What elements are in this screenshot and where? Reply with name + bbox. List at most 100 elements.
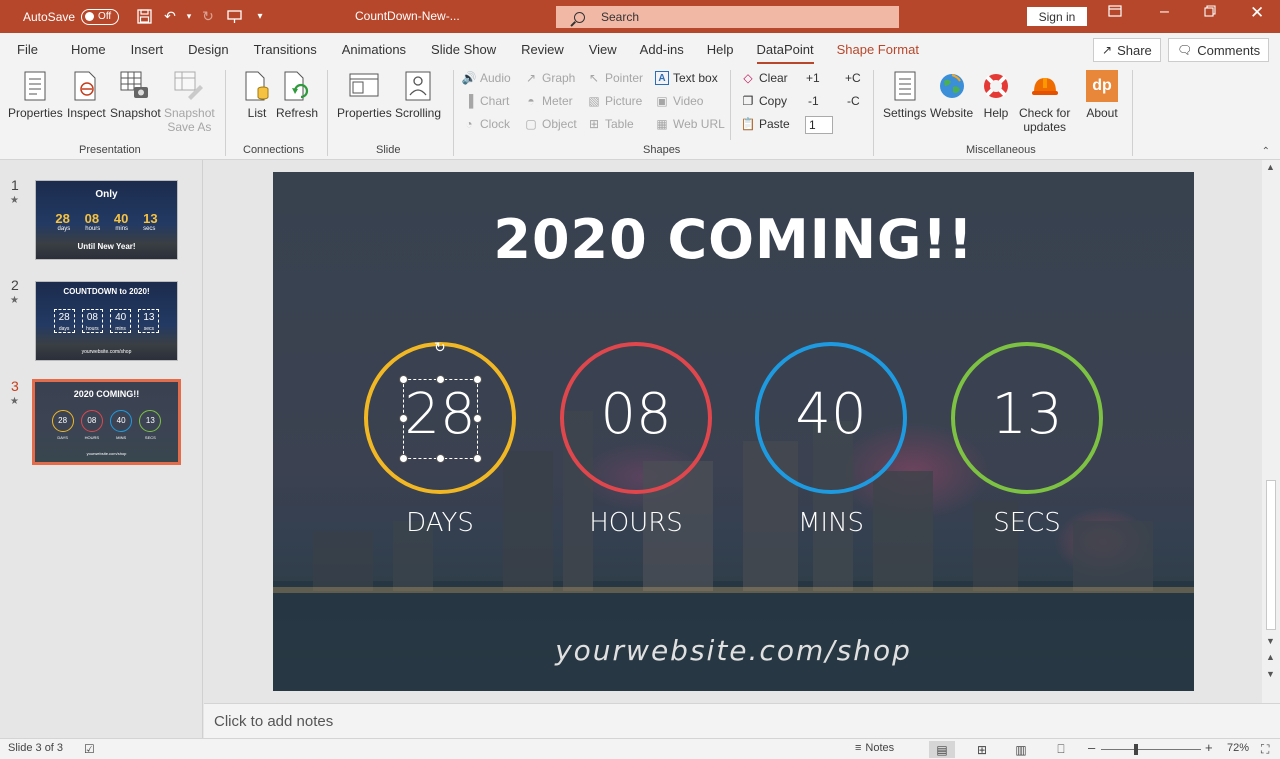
minus-one-button[interactable]: -1 — [808, 92, 819, 110]
tab-file[interactable]: File — [7, 33, 48, 66]
scroll-up-icon[interactable]: ▲ — [1266, 162, 1275, 172]
web-url-button[interactable]: ▦ Web URL — [655, 115, 724, 133]
slide-sorter-view-icon[interactable]: ⊞ — [969, 741, 995, 758]
snapshot-button[interactable]: Snapshot — [110, 70, 161, 120]
save-icon[interactable] — [131, 4, 157, 30]
slide-title[interactable]: 2020 COMING!! — [273, 208, 1194, 271]
zoom-slider-track[interactable] — [1101, 749, 1201, 750]
minimize-icon[interactable]: – — [1160, 3, 1169, 21]
snapshot-save-as-button[interactable]: Snapshot Save As — [164, 70, 215, 134]
resize-handle[interactable] — [399, 375, 408, 384]
tab-design[interactable]: Design — [178, 33, 238, 66]
current-slide[interactable]: 2020 COMING!! 28 DAYS 08 HOURS 40 MINS 1… — [273, 172, 1194, 691]
scrollbar-thumb[interactable] — [1266, 480, 1276, 630]
secs-value[interactable]: 13 — [951, 382, 1103, 447]
audio-button[interactable]: 🔊 Audio — [462, 69, 511, 87]
slide-thumbnail-1[interactable]: Only 28 08 40 13 days hours mins secs Un… — [35, 180, 178, 260]
tab-datapoint[interactable]: DataPoint — [747, 33, 824, 66]
slide-thumbnail-2[interactable]: COUNTDOWN to 2020! 28 08 40 13 days hour… — [35, 281, 178, 361]
close-icon[interactable]: ✕ — [1250, 3, 1264, 23]
meter-button[interactable]: ◓ Meter — [524, 92, 572, 110]
hours-label[interactable]: HOURS — [560, 508, 712, 538]
text-box-button[interactable]: A Text box — [655, 69, 718, 87]
zoom-out-icon[interactable]: – — [1088, 740, 1095, 755]
website-button[interactable]: Website — [930, 70, 973, 120]
pointer-button[interactable]: ↖ Pointer — [587, 69, 643, 87]
slide-show-view-icon[interactable]: ⎕ — [1048, 741, 1074, 758]
comments-button[interactable]: 🗨 Comments — [1168, 38, 1270, 62]
mins-value[interactable]: 40 — [755, 382, 907, 447]
check-for-updates-button[interactable]: Check for updates — [1019, 70, 1070, 134]
normal-view-icon[interactable]: ▤ — [929, 741, 955, 758]
rotate-handle-icon[interactable]: ↻ — [434, 340, 448, 354]
tab-shape-format[interactable]: Shape Format — [827, 33, 929, 66]
share-button[interactable]: ↗ Share — [1093, 38, 1161, 62]
slide-properties-button[interactable]: Properties — [337, 70, 392, 120]
resize-handle[interactable] — [436, 454, 445, 463]
restore-icon[interactable] — [1204, 4, 1216, 20]
presentation-properties-button[interactable]: Properties — [8, 70, 63, 120]
slide-thumbnail-3[interactable]: 2020 COMING!! 28 08 40 13 DAYS HOURS MIN… — [32, 379, 181, 465]
vertical-scrollbar[interactable]: ▲ ▼ ▲ ▼ — [1262, 160, 1280, 703]
redo-icon[interactable]: ↻ — [195, 4, 221, 30]
notes-toggle-button[interactable]: ≡ Notes — [855, 742, 894, 754]
next-slide-icon[interactable]: ▼ — [1266, 669, 1275, 679]
search-input[interactable]: Search — [556, 6, 899, 28]
ribbon-display-options-icon[interactable] — [1108, 4, 1122, 21]
increment-value-input[interactable]: 1 — [805, 116, 833, 134]
resize-handle[interactable] — [473, 414, 482, 423]
object-button[interactable]: ▢ Object — [524, 115, 576, 133]
tab-review[interactable]: Review — [511, 33, 574, 66]
picture-button[interactable]: ▧ Picture — [587, 92, 642, 110]
tab-home[interactable]: Home — [61, 33, 116, 66]
resize-handle[interactable] — [473, 454, 482, 463]
clear-button[interactable]: ◇ Clear — [741, 69, 787, 87]
customize-toolbar-icon[interactable]: ▾ — [247, 4, 273, 30]
settings-button[interactable]: Settings — [883, 70, 926, 120]
fit-to-window-icon[interactable]: ⛶ — [1261, 742, 1269, 757]
mins-label[interactable]: MINS — [755, 508, 907, 538]
sign-in-button[interactable]: Sign in — [1027, 7, 1087, 26]
paste-button[interactable]: 📋 Paste — [741, 115, 790, 133]
tab-transitions[interactable]: Transitions — [244, 33, 327, 66]
refresh-button[interactable]: Refresh — [276, 70, 318, 120]
collapse-ribbon-icon[interactable]: ⌃ — [1262, 146, 1270, 157]
graph-button[interactable]: ↗ Graph — [524, 69, 575, 87]
undo-icon[interactable]: ↶ — [157, 4, 183, 30]
tab-add-ins[interactable]: Add-ins — [630, 33, 694, 66]
tab-view[interactable]: View — [579, 33, 627, 66]
help-button[interactable]: Help — [981, 70, 1011, 120]
days-label[interactable]: DAYS — [364, 508, 516, 538]
copy-button[interactable]: ❐ Copy — [741, 92, 787, 110]
autosave-toggle[interactable]: Off — [81, 8, 120, 25]
resize-handle[interactable] — [436, 375, 445, 384]
previous-slide-icon[interactable]: ▲ — [1266, 652, 1275, 662]
tab-slide-show[interactable]: Slide Show — [421, 33, 506, 66]
scroll-down-icon[interactable]: ▼ — [1266, 636, 1275, 646]
resize-handle[interactable] — [473, 375, 482, 384]
secs-label[interactable]: SECS — [951, 508, 1103, 538]
present-icon[interactable] — [221, 4, 247, 30]
notes-pane[interactable]: Click to add notes — [204, 703, 1280, 738]
tab-animations[interactable]: Animations — [332, 33, 416, 66]
autosave-control[interactable]: AutoSave Off — [23, 8, 120, 25]
video-button[interactable]: ▣ Video — [655, 92, 703, 110]
tab-help[interactable]: Help — [697, 33, 744, 66]
reading-view-icon[interactable]: ▥ — [1008, 741, 1034, 758]
zoom-level[interactable]: 72% — [1227, 742, 1249, 754]
undo-dropdown-icon[interactable]: ▾ — [183, 4, 195, 30]
inspect-button[interactable]: Inspect — [67, 70, 106, 120]
resize-handle[interactable] — [399, 414, 408, 423]
scrolling-button[interactable]: Scrolling — [395, 70, 441, 120]
about-button[interactable]: dp About — [1086, 70, 1118, 120]
resize-handle[interactable] — [399, 454, 408, 463]
hours-value[interactable]: 08 — [560, 382, 712, 447]
clock-button[interactable]: ◔ Clock — [462, 115, 510, 133]
minus-c-button[interactable]: -C — [847, 92, 860, 110]
plus-c-button[interactable]: +C — [845, 69, 861, 87]
connections-list-button[interactable]: List — [242, 70, 272, 120]
chart-button[interactable]: ▐ Chart — [462, 92, 510, 110]
accessibility-icon[interactable]: ☑ — [84, 742, 95, 756]
zoom-slider-thumb[interactable] — [1134, 744, 1138, 755]
plus-one-button[interactable]: +1 — [806, 69, 820, 87]
